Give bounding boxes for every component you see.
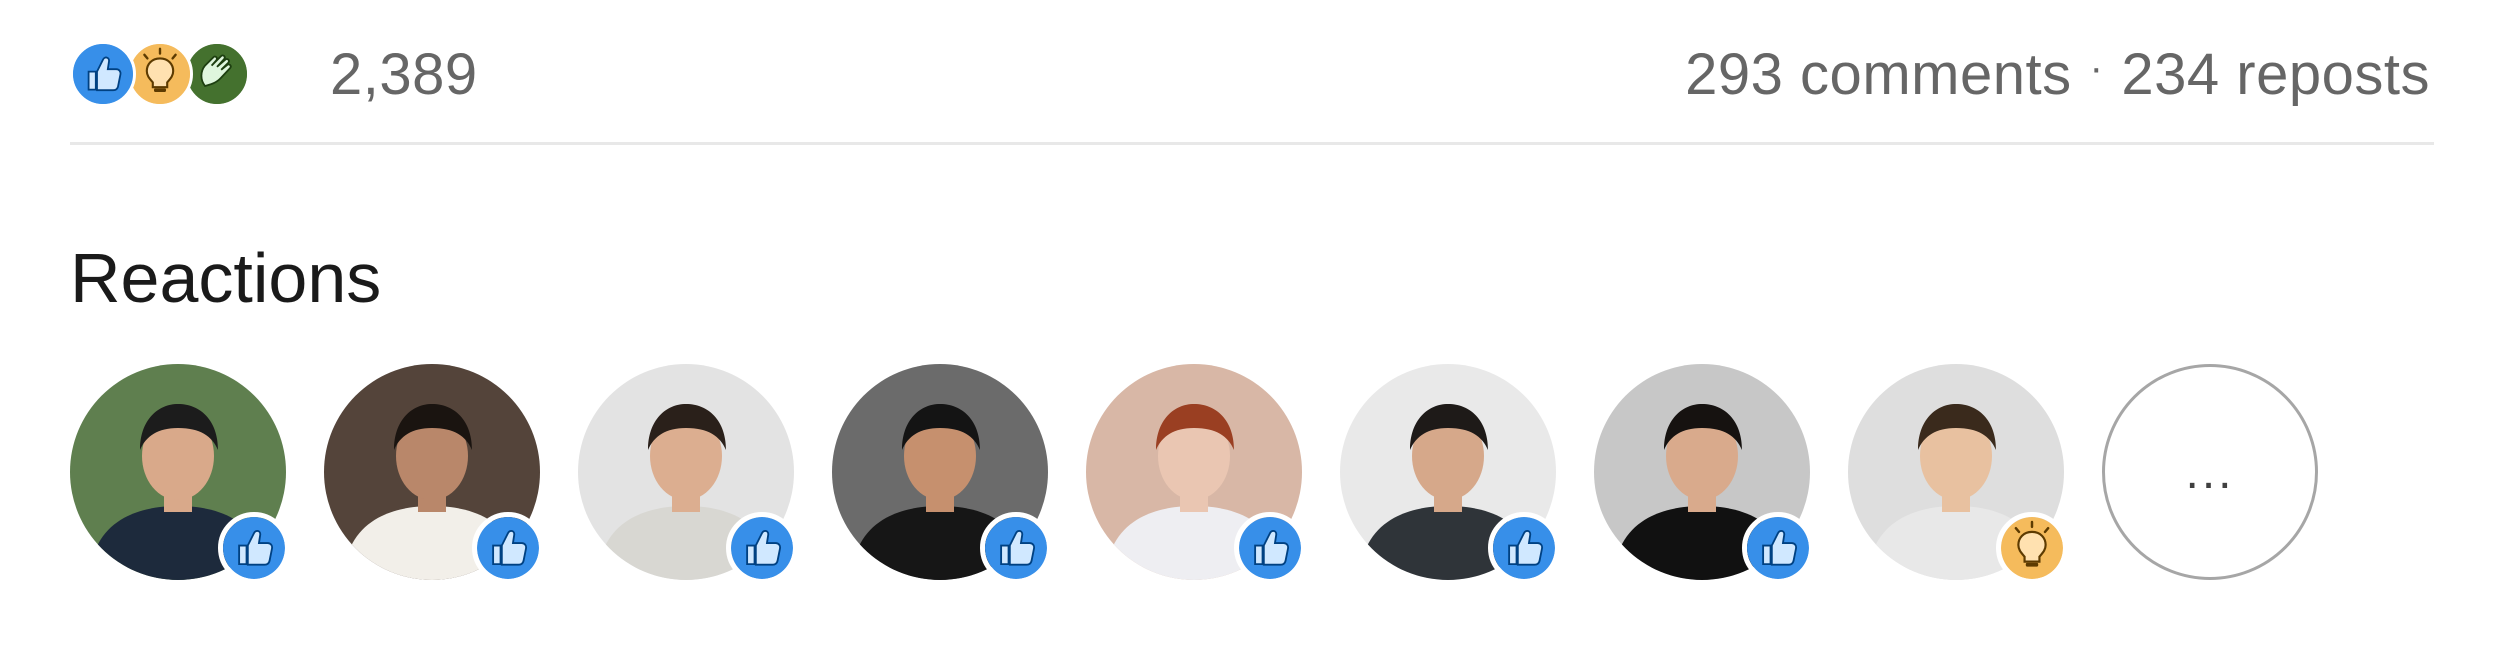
- separator-dot: ·: [2089, 45, 2104, 90]
- reactor-avatar[interactable]: [1340, 364, 1560, 584]
- like-icon: [726, 512, 798, 584]
- like-icon: [218, 512, 290, 584]
- like-icon: [472, 512, 544, 584]
- comments-count-link[interactable]: 293 comments: [1685, 41, 2071, 108]
- reactor-avatar[interactable]: [324, 364, 544, 584]
- more-reactions-button[interactable]: ...: [2102, 364, 2318, 580]
- reaction-icon-stack: [70, 41, 250, 107]
- reaction-count-button[interactable]: 2,389: [70, 41, 478, 108]
- reactions-summary-bar: 2,389 293 comments · 234 reposts: [70, 36, 2430, 112]
- reactor-avatar-list: ...: [70, 364, 2318, 584]
- reactor-avatar[interactable]: [1086, 364, 1306, 584]
- reposts-count-link[interactable]: 234 reposts: [2121, 41, 2430, 108]
- like-icon: [980, 512, 1052, 584]
- reactor-avatar[interactable]: [70, 364, 290, 584]
- divider: [70, 142, 2434, 145]
- reactor-avatar[interactable]: [1848, 364, 2068, 584]
- insightful-icon: [1996, 512, 2068, 584]
- total-reaction-count: 2,389: [330, 41, 478, 107]
- like-icon: [1742, 512, 1814, 584]
- engagement-stats: 293 comments · 234 reposts: [1685, 41, 2430, 108]
- like-icon: [70, 41, 136, 107]
- celebrate-icon: [184, 41, 250, 107]
- like-icon: [1488, 512, 1560, 584]
- reactions-heading: Reactions: [70, 239, 382, 317]
- like-icon: [1234, 512, 1306, 584]
- insightful-icon: [127, 41, 193, 107]
- reactor-avatar[interactable]: [578, 364, 798, 584]
- reactor-avatar[interactable]: [1594, 364, 1814, 584]
- reactor-avatar[interactable]: [832, 364, 1052, 584]
